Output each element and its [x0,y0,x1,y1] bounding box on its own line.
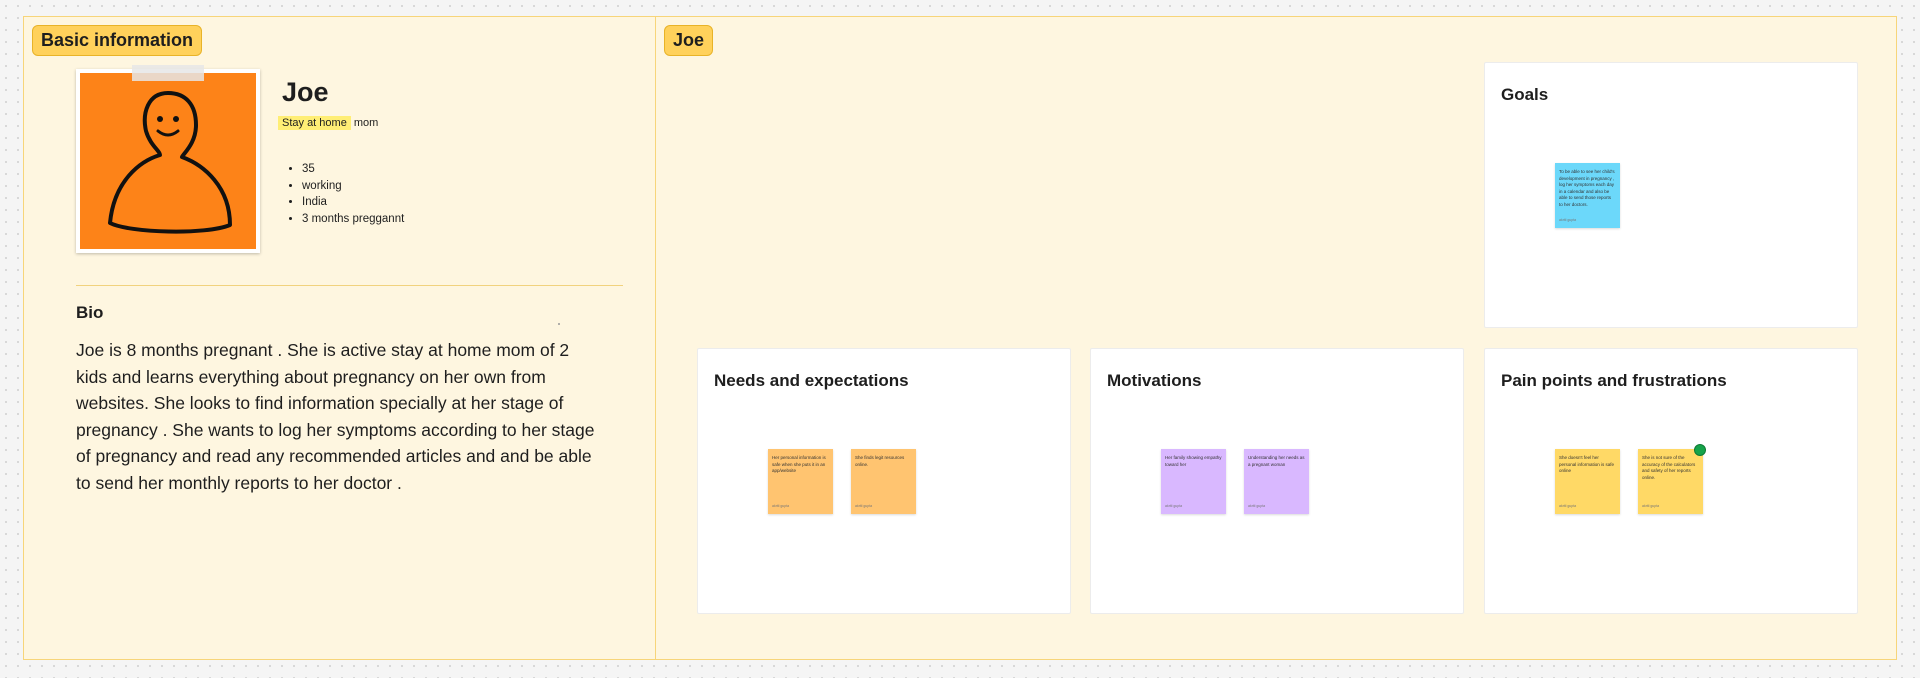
card-motivations[interactable]: Motivations Her family showing empathy t… [1090,348,1464,614]
sticky-note-text: She doesn't feel her personal informatio… [1559,455,1615,473]
stray-dot [558,323,560,325]
sticky-note-author: akriti gupta [1559,217,1577,222]
sticky-note-text: Her family showing empathy toward her [1165,455,1222,467]
sticky-note-author: akriti gupta [855,503,873,508]
attribute-country: India [302,194,404,211]
sticky-note-author: akriti gupta [1559,503,1577,508]
sticky-note[interactable]: To be able to see her child's developmen… [1555,163,1620,228]
persona-avatar[interactable] [76,65,260,253]
sticky-note-text: To be able to see her child's developmen… [1559,169,1615,207]
persona-name: Joe [282,77,329,107]
sticky-note-text: Her personal information is safe when sh… [772,455,826,473]
card-goals[interactable]: Goals To be able to see her child's deve… [1484,62,1858,328]
sticky-note-text: She finds legit resources online. [855,455,905,467]
persona-attributes: 35 working India 3 months preggannt [282,161,404,227]
attribute-occupation: working [302,178,404,195]
card-pain-points[interactable]: Pain points and frustrations She doesn't… [1484,348,1858,614]
joe-section[interactable]: Joe Goals To be able to see her child's … [655,16,1897,660]
card-title-goals: Goals [1501,85,1549,104]
section-label-basic-information[interactable]: Basic information [32,25,203,56]
sticky-note-author: akriti gupta [772,503,790,508]
role-rest: mom [350,117,379,129]
bio-text[interactable]: Joe is 8 months pregnant . She is active… [76,337,596,496]
bio-title: Bio [76,303,104,322]
sticky-note[interactable]: She finds legit resources online. akriti… [851,449,916,514]
attribute-age: 35 [302,161,404,178]
section-label-joe[interactable]: Joe [664,25,714,56]
card-needs-and-expectations[interactable]: Needs and expectations Her personal info… [697,348,1071,614]
section-divider [76,285,623,286]
sticky-note[interactable]: Her personal information is safe when sh… [768,449,833,514]
sticky-note-text: Understanding her needs as a pregnant wo… [1248,455,1305,467]
sticky-note[interactable]: She is not sure of the accuracy of the c… [1638,449,1703,514]
role-highlight: Stay at home [278,116,351,130]
sticky-note-text: She is not sure of the accuracy of the c… [1642,455,1696,480]
sticky-note[interactable]: Understanding her needs as a pregnant wo… [1244,449,1309,514]
basic-information-section[interactable]: Basic information Joe Stay at home mom 3… [23,16,656,660]
cursor-dot-icon [1694,444,1706,456]
sticky-note[interactable]: Her family showing empathy toward her ak… [1161,449,1226,514]
attribute-pregnancy: 3 months preggannt [302,211,404,228]
persona-role: Stay at home mom [278,116,379,130]
card-title-motivations: Motivations [1107,371,1202,390]
person-doodle-icon [108,91,232,234]
sticky-note-author: akriti gupta [1165,503,1183,508]
card-title-pain-points: Pain points and frustrations [1501,371,1727,390]
sticky-note[interactable]: She doesn't feel her personal informatio… [1555,449,1620,514]
sticky-note-author: akriti gupta [1248,503,1266,508]
card-title-needs: Needs and expectations [714,371,909,390]
sticky-note-author: akriti gupta [1642,503,1660,508]
